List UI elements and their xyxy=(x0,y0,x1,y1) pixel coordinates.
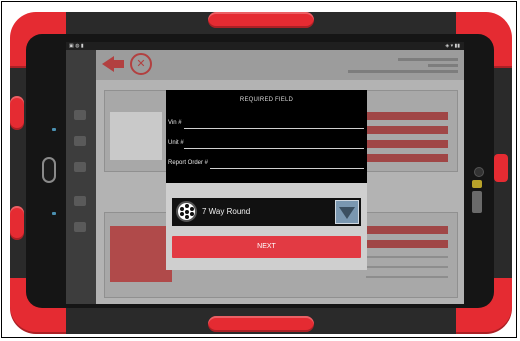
dialog-action-panel: 7 Way Round NEXT xyxy=(166,183,367,270)
case-bumper-bottom xyxy=(208,316,314,332)
app-header: ✕ xyxy=(96,50,464,80)
indicator-light xyxy=(52,128,56,131)
background-row xyxy=(366,266,448,268)
nav-icon[interactable] xyxy=(74,136,86,146)
connector-type-value: 7 Way Round xyxy=(202,207,251,216)
indicator-light xyxy=(52,212,56,215)
unit-field-label: Unit # xyxy=(168,140,184,146)
connector-type-selector[interactable]: 7 Way Round xyxy=(172,198,361,226)
vin-field-label: Vin # xyxy=(168,120,182,126)
case-side-tab xyxy=(494,154,508,182)
background-image xyxy=(110,226,172,282)
side-label xyxy=(472,180,482,188)
nav-icon[interactable] xyxy=(74,162,86,172)
background-row xyxy=(366,112,448,120)
background-row xyxy=(366,226,448,234)
case-bumper-left-bottom xyxy=(10,206,24,240)
nav-icon[interactable] xyxy=(74,222,86,232)
status-icons-left: ▣ ◍ ▮ xyxy=(69,43,84,49)
status-bar: ▣ ◍ ▮ ◈ ▾ ▮▮ xyxy=(66,42,464,50)
background-row xyxy=(366,126,448,134)
vin-field[interactable] xyxy=(184,128,364,129)
unit-field[interactable] xyxy=(184,148,364,149)
dialog-title: REQUIRED FIELD xyxy=(239,97,294,103)
chevron-down-icon xyxy=(339,207,355,219)
header-info-line xyxy=(398,58,458,61)
report-order-field[interactable] xyxy=(210,168,364,169)
background-row xyxy=(366,276,448,278)
camera-icon xyxy=(474,167,484,177)
back-arrow-tail xyxy=(112,60,124,68)
case-bumper-left-top xyxy=(10,96,24,130)
dialog-form-panel: REQUIRED FIELD Vin # Unit # Report Order… xyxy=(166,90,367,183)
nav-icon[interactable] xyxy=(74,110,86,120)
next-button[interactable]: NEXT xyxy=(172,236,361,258)
case-bumper-top xyxy=(208,12,314,28)
background-image xyxy=(110,112,162,160)
background-row xyxy=(366,154,448,162)
required-field-dialog: REQUIRED FIELD Vin # Unit # Report Order… xyxy=(166,90,367,270)
background-row xyxy=(366,240,448,248)
seven-pin-round-connector-icon xyxy=(176,201,197,222)
dropdown-toggle-button[interactable] xyxy=(335,200,359,224)
background-row xyxy=(366,140,448,148)
nav-icon[interactable] xyxy=(74,196,86,206)
tablet-screen: ▣ ◍ ▮ ◈ ▾ ▮▮ ✕ REQUIRED FIELD Vin # Unit… xyxy=(66,42,464,304)
side-switch[interactable] xyxy=(472,191,482,213)
header-info-line xyxy=(348,70,458,73)
report-order-field-label: Report Order # xyxy=(168,160,209,166)
status-icons-right: ◈ ▾ ▮▮ xyxy=(445,43,460,49)
background-row xyxy=(366,256,448,258)
header-info-line xyxy=(428,64,458,67)
home-button[interactable] xyxy=(42,157,56,183)
left-navigation-rail xyxy=(66,50,96,304)
brand-logo-icon: ✕ xyxy=(130,53,152,75)
